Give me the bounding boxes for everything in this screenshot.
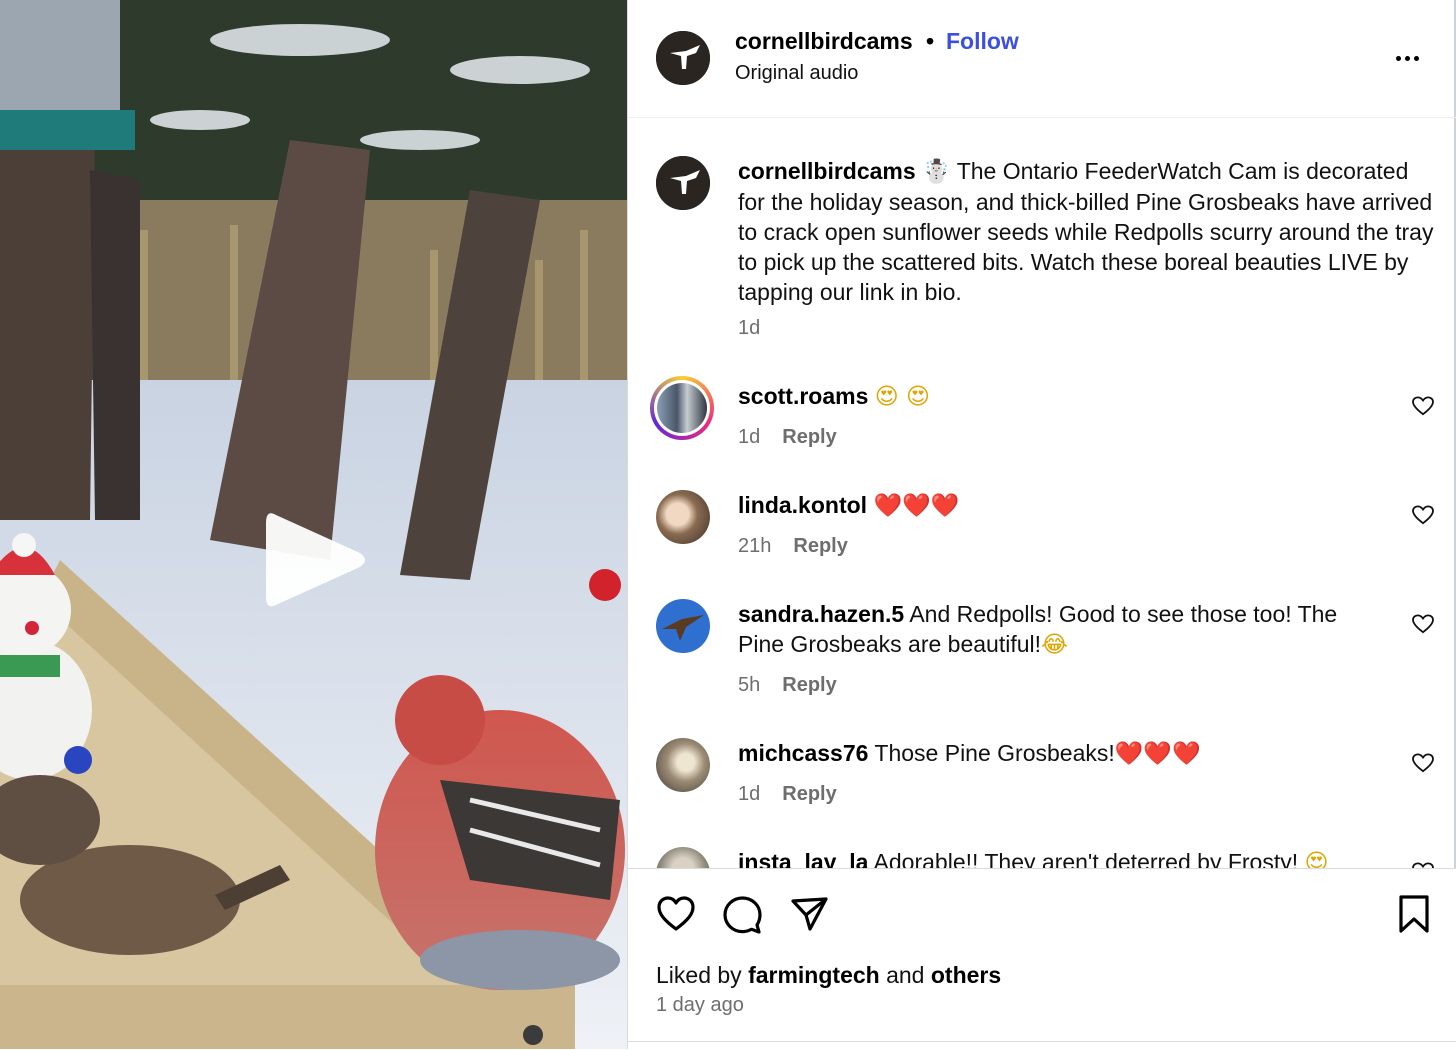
comment-like-heart-icon[interactable] (1412, 614, 1434, 634)
play-icon (266, 513, 365, 607)
comment-meta: 1d Reply (738, 783, 837, 806)
comment-username[interactable]: sandra.hazen.5 (738, 601, 904, 627)
reply-button[interactable]: Reply (782, 426, 836, 448)
likes-summary: Liked by farmingtech and others (656, 962, 1002, 988)
caption-username[interactable]: cornellbirdcams (738, 158, 916, 184)
heart-eyes-emoji: 😍 😍 (874, 384, 931, 410)
action-bar: Liked by farmingtech and others 1 day ag… (628, 868, 1456, 1050)
video-player[interactable] (0, 0, 627, 1049)
more-options-icon[interactable] (1394, 44, 1428, 72)
comment-text: sandra.hazen.5 And Redpolls! Good to see… (738, 601, 1338, 658)
hummingbird-logo-icon[interactable] (656, 31, 710, 85)
post-header: cornellbirdcams • Follow Original audio (628, 0, 1456, 118)
separator-dot: • (926, 28, 935, 54)
liked-by-user[interactable]: farmingtech (748, 962, 880, 988)
avatar[interactable] (656, 490, 710, 544)
comment-like-heart-icon[interactable] (1412, 396, 1434, 416)
comment-meta: 1d Reply (738, 426, 837, 449)
liked-by-others[interactable]: others (931, 962, 1001, 988)
caption-time[interactable]: 1d (738, 317, 760, 339)
reply-button[interactable]: Reply (793, 535, 847, 557)
comment-like-heart-icon[interactable] (1412, 753, 1434, 773)
comment-time[interactable]: 1d (738, 783, 760, 805)
avatar[interactable] (656, 738, 710, 792)
comments-list[interactable]: cornellbirdcams ☃️ The Ontario FeederWat… (628, 118, 1456, 868)
avatar-story-ring[interactable] (650, 376, 714, 440)
reply-button[interactable]: Reply (782, 674, 836, 696)
laughing-emoji: 😂 (1041, 632, 1068, 658)
comment-text: linda.kontol ❤️❤️❤️ (738, 490, 1438, 521)
caption-meta: 1d (738, 317, 760, 340)
send-paper-plane-icon[interactable] (788, 893, 830, 935)
reply-button[interactable]: Reply (782, 783, 836, 805)
avatar (657, 383, 707, 433)
avatar[interactable] (656, 599, 710, 653)
comment-username[interactable]: scott.roams (738, 383, 868, 409)
red-hearts-emoji: ❤️❤️❤️ (873, 493, 960, 519)
comment-username[interactable]: linda.kontol (738, 492, 867, 518)
heart-eyes-emoji: 😍 (1304, 850, 1329, 868)
post-panel: cornellbirdcams • Follow Original audio … (627, 0, 1456, 1050)
avatar[interactable] (656, 847, 710, 868)
caption-text: cornellbirdcams ☃️ The Ontario FeederWat… (738, 156, 1438, 307)
post-timestamp[interactable]: 1 day ago (656, 994, 744, 1017)
comment-meta: 21h Reply (738, 535, 848, 558)
audio-label[interactable]: Original audio (735, 62, 858, 85)
play-button[interactable] (262, 505, 370, 615)
follow-button[interactable]: Follow (946, 28, 1019, 55)
hummingbird-logo-icon[interactable] (656, 156, 710, 210)
comment-text: scott.roams 😍 😍 (738, 381, 1438, 412)
comment-bubble-icon[interactable] (721, 893, 763, 935)
comment-meta: 5h Reply (738, 674, 837, 697)
comment-like-heart-icon[interactable] (1412, 505, 1434, 525)
post-author-username[interactable]: cornellbirdcams (735, 28, 913, 55)
red-hearts-emoji: ❤️❤️❤️ (1114, 741, 1201, 767)
bookmark-icon[interactable] (1393, 893, 1435, 935)
comment-username[interactable]: michcass76 (738, 740, 868, 766)
comment-time[interactable]: 21h (738, 535, 771, 557)
heart-icon[interactable] (655, 893, 697, 935)
comment-time[interactable]: 1d (738, 426, 760, 448)
comment-text: insta_lay_la Adorable!! They aren't dete… (738, 847, 1438, 868)
divider (628, 1041, 1456, 1042)
comment-username[interactable]: insta_lay_la (738, 849, 868, 868)
comment-time[interactable]: 5h (738, 674, 760, 696)
comment-text: michcass76 Those Pine Grosbeaks!❤️❤️❤️ (738, 740, 1201, 767)
snowman-emoji: ☃️ (922, 159, 951, 185)
